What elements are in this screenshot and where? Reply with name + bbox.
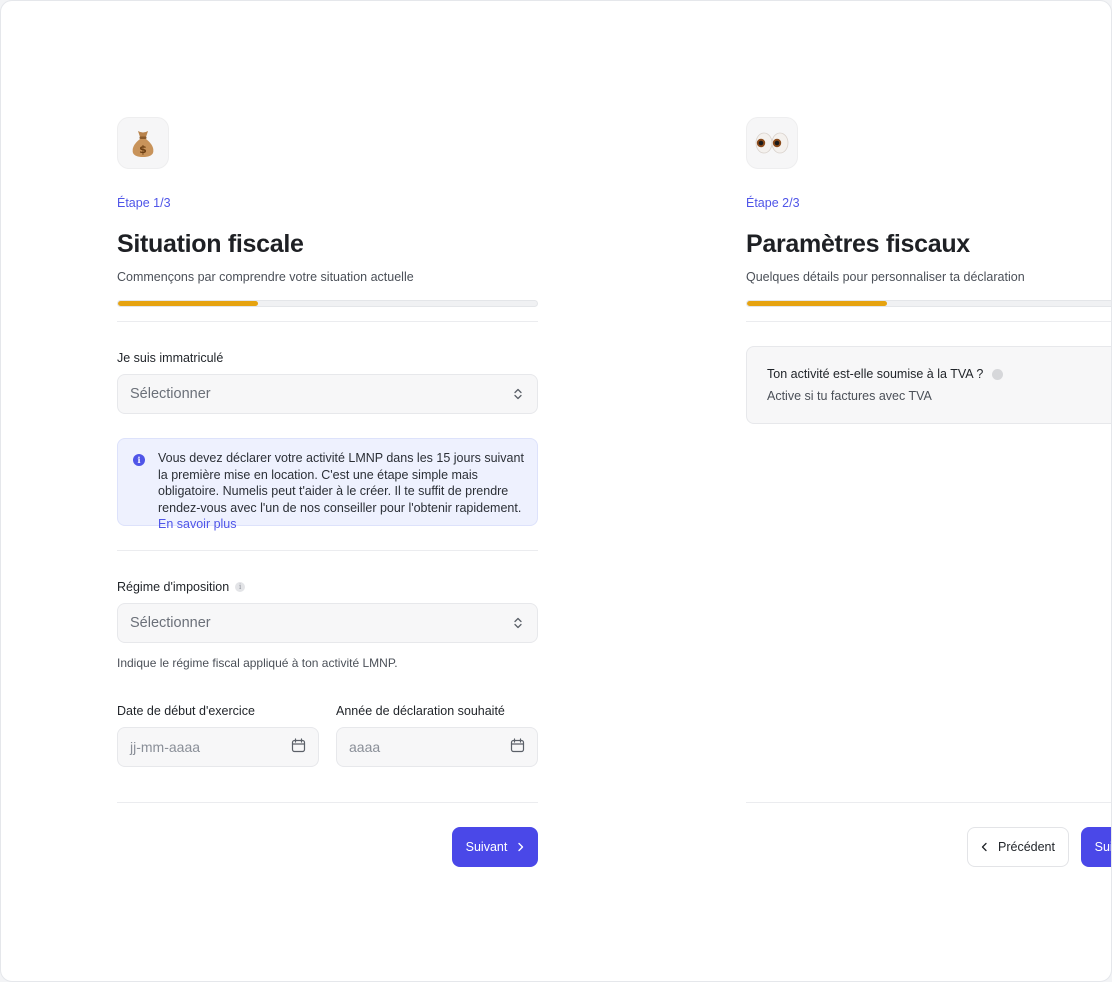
- declaration-year-placeholder: aaaa: [349, 739, 381, 755]
- help-icon[interactable]: i: [235, 581, 246, 592]
- tva-hint: Active si tu factures avec TVA: [767, 389, 932, 403]
- declaration-year-input[interactable]: aaaa: [336, 727, 538, 767]
- regime-select-value: Sélectionner: [130, 615, 211, 631]
- immatricule-select[interactable]: Sélectionner: [117, 374, 538, 414]
- help-icon[interactable]: [992, 368, 1004, 380]
- next-button-label: Suivant: [1094, 840, 1112, 854]
- tva-question: Ton activité est-elle soumise à la TVA ?: [767, 367, 984, 381]
- regime-hint: Indique le régime fiscal appliqué à ton …: [117, 656, 398, 670]
- onboarding-window: $ Étape 1/3 Situation fiscale Commençons…: [0, 0, 1112, 982]
- svg-text:$: $: [139, 143, 147, 156]
- page-title: Paramètres fiscaux: [746, 230, 970, 258]
- start-date-placeholder: jj-mm-aaaa: [130, 739, 201, 755]
- page-title: Situation fiscale: [117, 230, 304, 258]
- progress-fill: [747, 301, 887, 306]
- regime-label: Régime d'imposition: [117, 580, 230, 594]
- chevron-up-down-icon: [511, 387, 525, 401]
- eyes-icon: [746, 117, 798, 169]
- next-button-label: Suivant: [465, 840, 508, 854]
- eyes-icon-graphic: [755, 132, 789, 154]
- page-subtitle: Commençons par comprendre votre situatio…: [117, 270, 414, 284]
- divider: [117, 802, 538, 803]
- step-2-panel: Étape 2/3 Paramètres fiscaux Quelques dé…: [746, 117, 1111, 867]
- calendar-icon[interactable]: [510, 738, 525, 756]
- step-label: Étape 1/3: [117, 196, 171, 210]
- divider: [117, 550, 538, 551]
- page-subtitle: Quelques détails pour personnaliser ta d…: [746, 270, 1025, 284]
- divider: [117, 321, 538, 322]
- learn-more-link[interactable]: En savoir plus: [158, 517, 237, 531]
- progress-fill: [118, 301, 258, 306]
- money-bag-icon-graphic: $: [132, 131, 154, 157]
- date-label: Date de début d'exercice: [117, 704, 255, 718]
- chevron-up-down-icon: [511, 616, 525, 630]
- immatricule-select-value: Sélectionner: [130, 386, 211, 402]
- immatricule-label: Je suis immatriculé: [117, 351, 224, 365]
- next-button[interactable]: Suivant: [1081, 827, 1112, 867]
- start-date-input[interactable]: jj-mm-aaaa: [117, 727, 319, 767]
- previous-button[interactable]: Précédent: [967, 827, 1069, 867]
- step-label: Étape 2/3: [746, 196, 800, 210]
- divider: [746, 321, 1111, 322]
- calendar-icon[interactable]: [291, 738, 306, 756]
- chevron-right-icon: [518, 842, 524, 852]
- tva-toggle-card[interactable]: Ton activité est-elle soumise à la TVA ?…: [746, 346, 1111, 424]
- info-text: Vous devez déclarer votre activité LMNP …: [158, 451, 524, 515]
- regime-select[interactable]: Sélectionner: [117, 603, 538, 643]
- year-label: Année de déclaration souhaité: [336, 704, 505, 718]
- tva-question-row: Ton activité est-elle soumise à la TVA ?: [767, 366, 1111, 382]
- money-bag-icon: $: [117, 117, 169, 169]
- regime-label-row: Régime d'imposition i: [117, 579, 246, 595]
- next-button[interactable]: Suivant: [452, 827, 538, 867]
- info-icon: i: [133, 454, 145, 466]
- progress-bar: [746, 300, 1111, 307]
- previous-button-label: Précédent: [998, 840, 1055, 854]
- chevron-left-icon: [981, 842, 987, 852]
- step-1-panel: $ Étape 1/3 Situation fiscale Commençons…: [117, 117, 538, 867]
- info-alert: i Vous devez déclarer votre activité LMN…: [117, 438, 538, 531]
- divider: [746, 802, 1111, 803]
- progress-bar: [117, 300, 538, 307]
